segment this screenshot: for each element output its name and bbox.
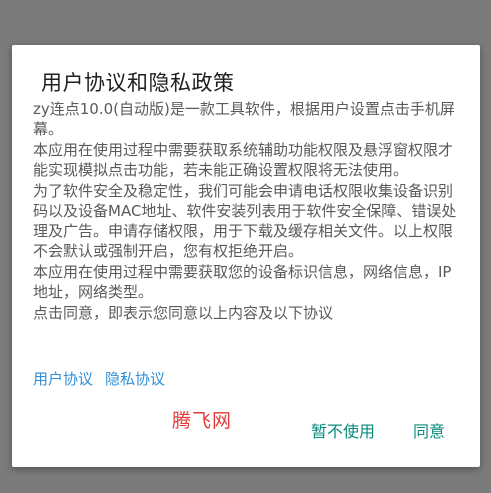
dialog-title: 用户协议和隐私政策: [41, 71, 235, 95]
dialog-body: zy连点10.0(自动版)是一款工具软件，根据用户设置点击手机屏幕。 本应用在使…: [33, 99, 463, 324]
paragraph-consent: 点击同意，即表示您同意以上内容及以下协议: [33, 304, 334, 322]
user-agreement-link[interactable]: 用户协议: [33, 370, 93, 388]
paragraph-device-info: 本应用在使用过程中需要获取您的设备标识信息，网络信息，IP地址，网络类型。: [33, 263, 452, 301]
privacy-dialog: 用户协议和隐私政策 zy连点10.0(自动版)是一款工具软件，根据用户设置点击手…: [12, 45, 480, 467]
paragraph-accessibility: 本应用在使用过程中需要获取系统辅助功能权限及悬浮窗权限才能实现模拟点击功能，若未…: [33, 141, 454, 179]
paragraph-intro: zy连点10.0(自动版)是一款工具软件，根据用户设置点击手机屏幕。: [33, 100, 455, 138]
agree-button[interactable]: 同意: [413, 418, 445, 442]
paragraph-permissions: 为了软件安全及稳定性，我们可能会申请电话权限收集设备识别码以及设备MAC地址、软…: [33, 182, 457, 260]
watermark: 腾飞网: [172, 410, 233, 432]
decline-button[interactable]: 暂不使用: [311, 418, 375, 442]
agreement-links: 用户协议 隐私协议: [33, 369, 165, 389]
privacy-policy-link[interactable]: 隐私协议: [105, 370, 165, 388]
